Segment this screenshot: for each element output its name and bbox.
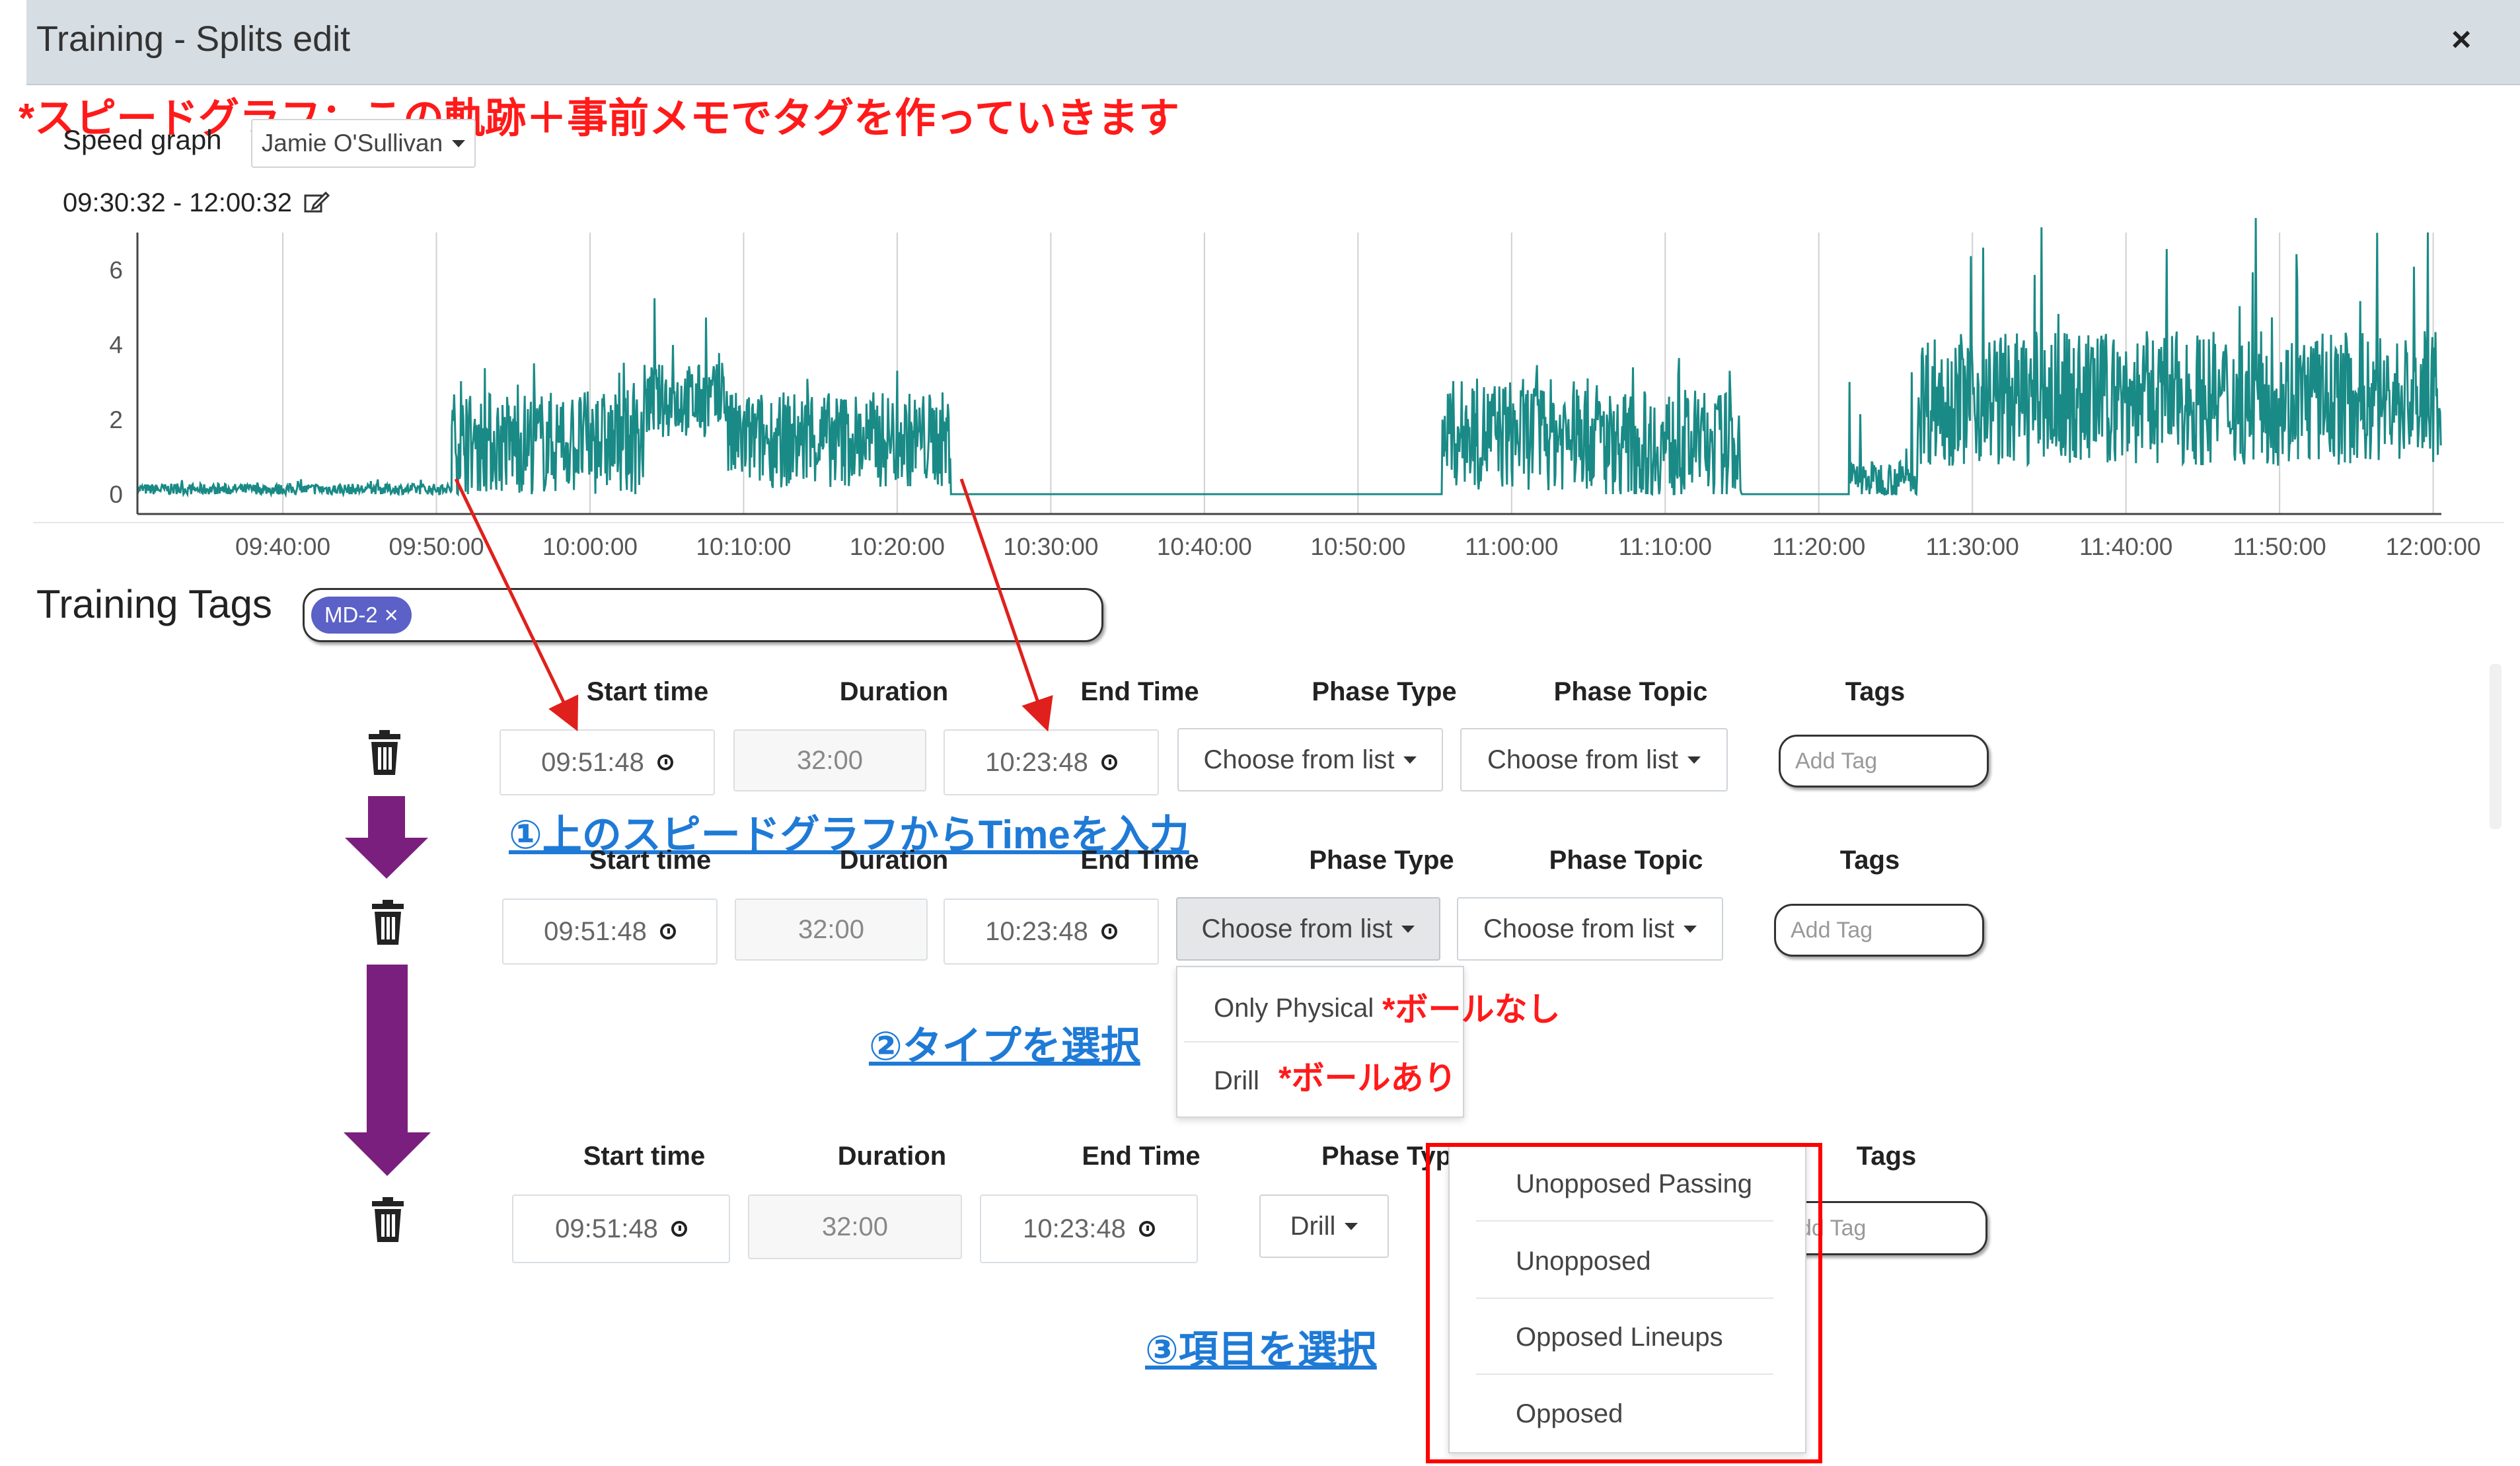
red-arrow-end: [959, 478, 1053, 732]
down-arrow-icon: [345, 796, 428, 879]
down-arrow-icon: [344, 965, 431, 1176]
red-arrow-start: [454, 478, 579, 732]
annotation-arrows: [344, 478, 1053, 1176]
